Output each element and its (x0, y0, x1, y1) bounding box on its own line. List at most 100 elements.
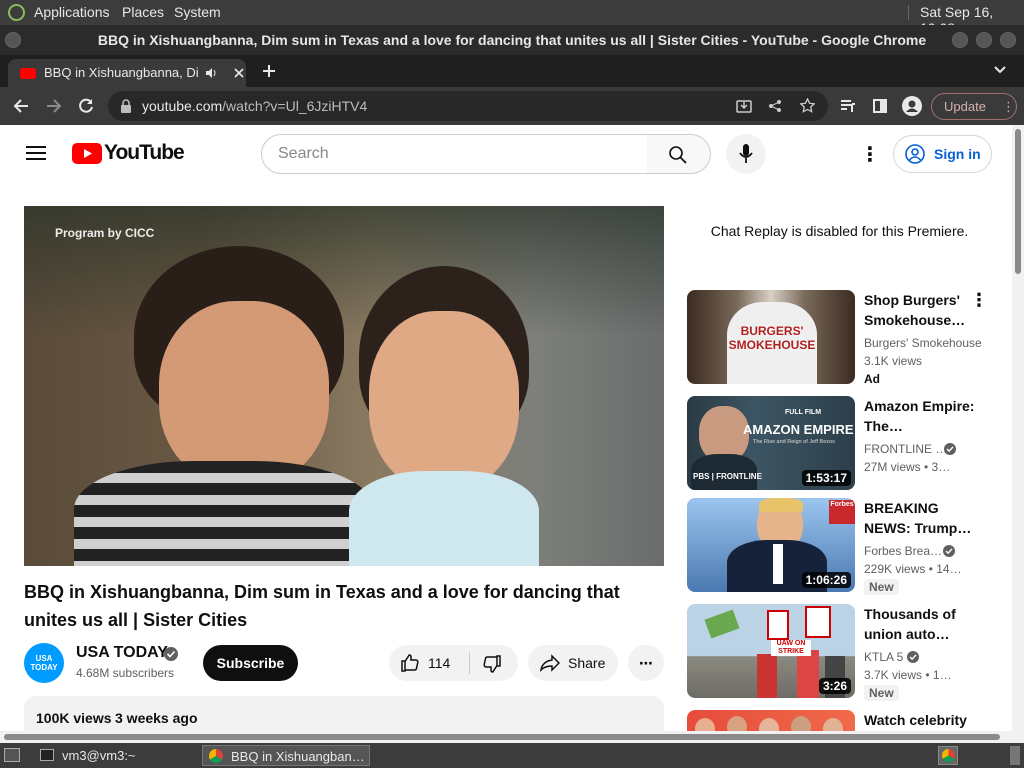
thumbnail-brand-text: AMAZON EMPIRE (743, 422, 854, 437)
window-menu-button[interactable] (5, 32, 21, 48)
recommendation-card[interactable]: Watch celebrity (687, 710, 987, 731)
vertical-scrollbar[interactable] (1012, 125, 1024, 731)
reload-icon[interactable] (78, 98, 94, 114)
horizontal-scrollbar[interactable] (0, 731, 1024, 743)
search-button[interactable] (647, 134, 711, 174)
places-menu[interactable]: Places (122, 4, 164, 20)
youtube-favicon-icon (20, 68, 36, 79)
side-panel-icon[interactable] (873, 99, 887, 113)
lock-icon[interactable] (120, 99, 132, 113)
thumbnail-logo-text: PBS | FRONTLINE (693, 472, 762, 481)
address-bar[interactable]: youtube.com/watch?v=Ul_6JziHTV4 (108, 91, 828, 121)
applications-menu[interactable]: Applications (34, 4, 110, 20)
share-arrow-icon (540, 654, 560, 673)
sign-in-button[interactable]: Sign in (893, 135, 992, 173)
share-label: Share (568, 655, 606, 671)
url-path: /watch?v=Ul_6JziHTV4 (222, 98, 368, 114)
youtube-logo-text: YouTube (104, 141, 185, 164)
recommendation-channel[interactable]: KTLA 5 (864, 650, 903, 664)
video-thumbnail[interactable]: Forbes 1:06:26 (687, 498, 855, 592)
video-thumbnail[interactable]: FULL FILM AMAZON EMPIRE The Rise and Rei… (687, 396, 855, 490)
video-player[interactable]: Program by CICC (24, 206, 664, 566)
back-icon[interactable] (13, 98, 29, 114)
recommendation-channel[interactable]: Forbes Brea… (864, 544, 942, 558)
recommendation-title[interactable]: Amazon Empire: The… (864, 396, 982, 436)
hamburger-menu-icon[interactable] (26, 145, 46, 161)
video-thumbnail[interactable]: BURGERS' SMOKEHOUSE (687, 290, 855, 384)
recommendation-title[interactable]: BREAKING NEWS: Trump… (864, 498, 982, 538)
voice-search-button[interactable] (726, 134, 766, 174)
subscribe-label: Subscribe (216, 655, 285, 671)
chat-replay-panel: Chat Replay is disabled for this Premier… (687, 209, 992, 254)
install-app-icon[interactable] (736, 99, 752, 113)
close-window-button[interactable] (1000, 32, 1016, 48)
thumbnail-subtitle-text: The Rise and Reign of Jeff Bezos (753, 439, 835, 445)
verified-check-icon (164, 647, 178, 661)
vertical-scroll-thumb[interactable] (1015, 129, 1021, 274)
taskbar-terminal-label: vm3@vm3:~ (62, 748, 136, 763)
verified-check-icon (944, 443, 956, 455)
new-badge: New (864, 685, 899, 701)
video-thumbnail[interactable] (687, 710, 855, 731)
settings-kebab-icon[interactable]: ⋮ (860, 142, 880, 167)
thumbs-down-icon[interactable] (482, 654, 502, 674)
tray-chrome-icon[interactable] (938, 746, 958, 765)
show-desktop-icon[interactable] (4, 748, 20, 762)
search-icon (669, 146, 687, 164)
channel-name[interactable]: USA TODAY (76, 644, 168, 662)
search-input[interactable]: Search (261, 134, 648, 174)
bookmark-star-icon[interactable] (800, 98, 815, 113)
share-page-icon[interactable] (768, 99, 782, 113)
workspace-switcher[interactable] (1010, 746, 1020, 765)
more-horizontal-icon: ⋯ (639, 655, 653, 671)
video-duration: 1:06:26 (801, 572, 851, 588)
horizontal-scroll-thumb[interactable] (4, 734, 1000, 740)
video-thumbnail[interactable]: UAW ON STRIKE 3:26 (687, 604, 855, 698)
recommendation-channel[interactable]: FRONTLINE … (864, 442, 947, 456)
view-count: 100K views (36, 710, 112, 726)
recommendation-meta: 3.1K views (864, 354, 923, 368)
recommendation-card[interactable]: Forbes 1:06:26 BREAKING NEWS: Trump… For… (687, 498, 987, 595)
recommendation-title[interactable]: Shop Burgers' Smokehouse… (864, 290, 982, 330)
new-tab-icon[interactable] (262, 64, 276, 78)
like-button[interactable]: 114 (389, 645, 469, 681)
browser-tab[interactable]: BBQ in Xishuangbanna, Di (8, 59, 246, 87)
system-menu[interactable]: System (174, 4, 221, 20)
gnome-foot-icon[interactable] (8, 4, 25, 21)
subscriber-count: 4.68M subscribers (76, 666, 175, 680)
girl-right-figure (329, 266, 539, 566)
verified-check-icon (943, 545, 955, 557)
share-button[interactable]: Share (528, 645, 618, 681)
maximize-button[interactable] (976, 32, 992, 48)
window-title: BBQ in Xishuangbanna, Dim sum in Texas a… (97, 32, 927, 48)
recommendation-card[interactable]: BURGERS' SMOKEHOUSE Shop Burgers' Smokeh… (687, 290, 988, 386)
like-count: 114 (428, 655, 451, 671)
taskbar-chrome[interactable]: BBQ in Xishuangban… (202, 745, 370, 766)
recommendation-title[interactable]: Watch celebrity (864, 710, 982, 730)
profile-avatar-icon[interactable] (902, 96, 922, 116)
forward-icon[interactable] (46, 98, 62, 114)
audio-playing-icon[interactable] (205, 67, 217, 79)
tab-search-chevron-icon[interactable] (994, 66, 1006, 74)
close-tab-icon[interactable] (234, 68, 244, 78)
panel-separator (908, 5, 909, 20)
recommendation-more-icon[interactable]: ⋮ (970, 290, 988, 311)
minimize-button[interactable] (952, 32, 968, 48)
update-label: Update (944, 99, 986, 114)
taskbar-terminal[interactable]: vm3@vm3:~ (34, 745, 194, 766)
recommendation-title[interactable]: Thousands of union auto… (864, 604, 982, 644)
recommendation-card[interactable]: FULL FILM AMAZON EMPIRE The Rise and Rei… (687, 396, 987, 492)
thumbnail-sign-text: UAW ON STRIKE (771, 640, 811, 656)
recommendation-meta: 229K views • 14… (864, 562, 962, 576)
media-controls-icon[interactable] (840, 99, 856, 113)
window-titlebar[interactable]: BBQ in Xishuangbanna, Dim sum in Texas a… (0, 25, 1024, 55)
update-button[interactable]: Update ⋮ (931, 93, 1017, 120)
upload-age: 3 weeks ago (115, 710, 198, 726)
description-box[interactable]: 100K views 3 weeks ago (24, 696, 664, 731)
recommendation-card[interactable]: UAW ON STRIKE 3:26 Thousands of union au… (687, 604, 987, 701)
kebab-menu-icon[interactable]: ⋮ (1002, 94, 1015, 119)
more-actions-button[interactable]: ⋯ (628, 645, 664, 681)
recommendation-channel[interactable]: Burgers' Smokehouse (864, 336, 982, 350)
subscribe-button[interactable]: Subscribe (203, 645, 298, 681)
channel-avatar[interactable]: USA TODAY (24, 643, 64, 683)
